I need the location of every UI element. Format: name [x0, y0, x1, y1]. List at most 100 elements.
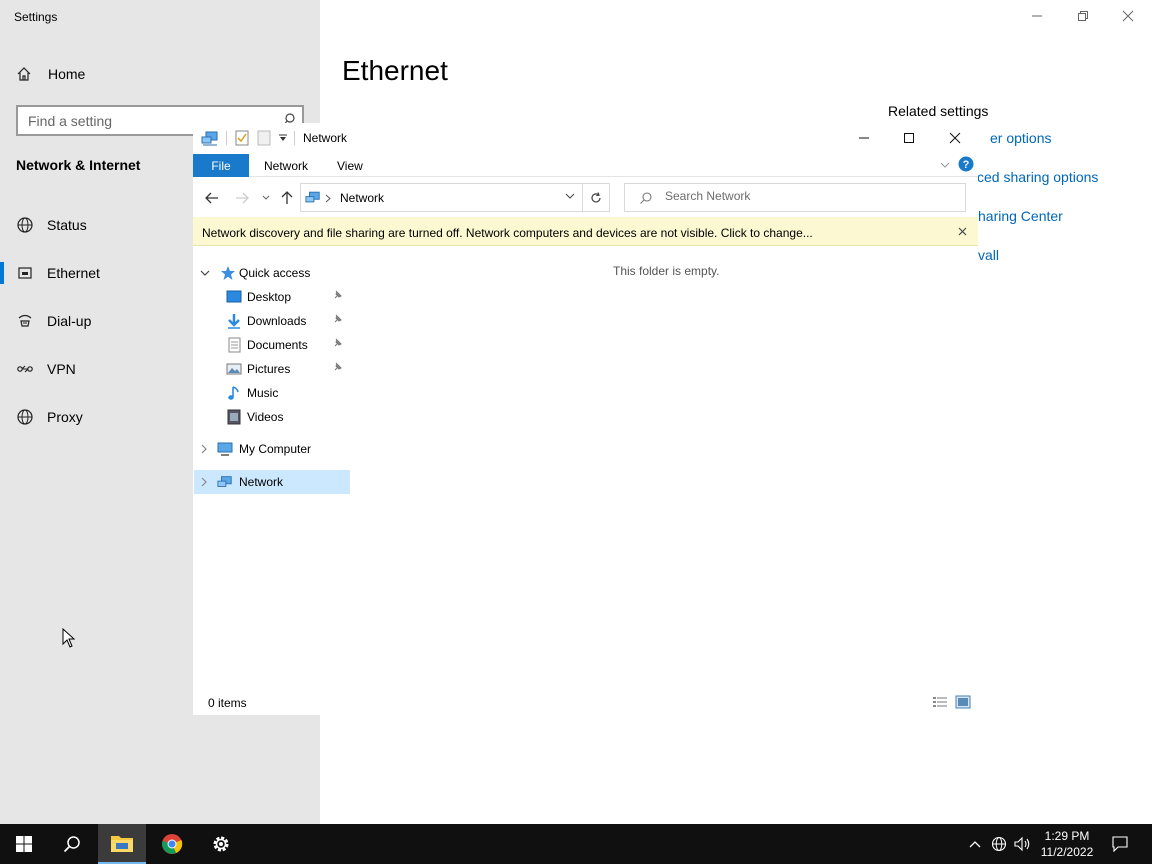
taskbar-settings[interactable] — [197, 824, 245, 864]
up-arrow-icon — [281, 191, 293, 204]
mouse-cursor-icon — [62, 628, 76, 648]
explorer-close-button[interactable] — [932, 125, 978, 151]
back-arrow-icon — [205, 192, 218, 204]
svg-text:?: ? — [963, 159, 970, 171]
pictures-icon — [226, 363, 242, 375]
selection-indicator — [0, 262, 4, 284]
restore-icon — [1078, 11, 1088, 21]
explorer-minimize-button[interactable] — [841, 125, 887, 151]
large-icons-view-icon[interactable] — [955, 695, 971, 709]
back-button[interactable] — [203, 189, 221, 207]
chevron-right-icon[interactable] — [201, 477, 207, 487]
restore-button[interactable] — [1072, 6, 1094, 26]
related-link-sharing-center[interactable]: haring Center — [978, 208, 1063, 224]
help-icon[interactable]: ? — [958, 156, 974, 172]
address-bar[interactable]: Network — [300, 183, 583, 212]
taskbar-search-button[interactable] — [48, 824, 96, 864]
taskbar: 1:29 PM 11/2/2022 — [0, 824, 1152, 864]
customize-toolbar-icon[interactable] — [279, 134, 287, 142]
start-button[interactable] — [0, 824, 48, 864]
globe-icon — [17, 409, 33, 425]
pin-icon[interactable] — [333, 338, 343, 348]
nav-item-label: Ethernet — [47, 265, 100, 281]
chevron-up-icon — [969, 841, 981, 848]
explorer-maximize-button[interactable] — [886, 125, 932, 151]
tab-file[interactable]: File — [193, 154, 249, 177]
up-button[interactable] — [278, 189, 296, 207]
details-view-icon[interactable] — [932, 695, 948, 709]
expand-ribbon-icon[interactable] — [940, 161, 950, 169]
tree-item-quick-access[interactable]: Quick access — [193, 262, 350, 284]
taskbar-chrome[interactable] — [148, 824, 196, 864]
tree-item-videos[interactable]: Videos — [193, 406, 350, 428]
network-icon — [305, 191, 320, 203]
chevron-down-icon[interactable] — [200, 269, 210, 277]
taskbar-clock[interactable]: 1:29 PM 11/2/2022 — [1034, 828, 1100, 860]
search-icon — [63, 836, 80, 853]
tree-item-pictures[interactable]: Pictures — [193, 358, 350, 380]
chrome-icon — [162, 834, 183, 854]
chevron-right-icon[interactable] — [201, 444, 207, 454]
close-icon — [1122, 10, 1134, 22]
pin-icon[interactable] — [333, 290, 343, 300]
tree-item-downloads[interactable]: Downloads — [193, 310, 350, 332]
status-item-count: 0 items — [208, 696, 247, 710]
minimize-icon — [1032, 15, 1042, 17]
address-crumb[interactable]: Network — [340, 191, 384, 205]
close-icon[interactable] — [958, 227, 967, 236]
search-network-input[interactable] — [665, 189, 955, 203]
info-bar[interactable]: Network discovery and file sharing are t… — [193, 217, 978, 246]
nav-item-label: Proxy — [47, 409, 83, 425]
related-link-firewall[interactable]: vall — [978, 247, 999, 263]
taskbar-file-explorer[interactable] — [98, 824, 146, 864]
search-box[interactable] — [624, 183, 966, 212]
minimize-button[interactable] — [1026, 6, 1048, 26]
info-bar-message[interactable]: Network discovery and file sharing are t… — [202, 226, 813, 240]
network-icon — [201, 131, 218, 146]
forward-button[interactable] — [233, 189, 251, 207]
chevron-down-icon[interactable] — [565, 192, 575, 200]
home-label: Home — [48, 66, 86, 82]
maximize-icon — [904, 133, 914, 143]
tree-label: Music — [247, 386, 279, 400]
tree-label: Network — [239, 475, 284, 489]
pin-icon[interactable] — [333, 314, 343, 324]
tree-item-desktop[interactable]: Desktop — [193, 286, 350, 308]
tree-label: My Computer — [239, 442, 312, 456]
minimize-icon — [859, 137, 869, 139]
refresh-button[interactable] — [583, 183, 610, 212]
related-settings-title: Related settings — [888, 103, 989, 119]
tab-network[interactable]: Network — [264, 159, 308, 173]
home-icon — [17, 67, 31, 81]
related-link-adapter-options[interactable]: er options — [990, 130, 1051, 146]
show-hidden-icons-button[interactable] — [965, 834, 985, 854]
action-center-button[interactable] — [1110, 834, 1130, 854]
explorer-titlebar: Network — [193, 123, 978, 153]
music-icon — [228, 386, 239, 400]
empty-folder-message: This folder is empty. — [613, 264, 720, 278]
settings-window-title: Settings — [14, 10, 58, 24]
tree-item-network[interactable]: Network — [194, 470, 350, 494]
tree-label: Videos — [247, 410, 284, 424]
new-folder-icon[interactable] — [257, 130, 271, 146]
file-explorer-icon — [111, 836, 133, 852]
tree-item-documents[interactable]: Documents — [193, 334, 350, 356]
pin-icon[interactable] — [333, 362, 343, 372]
close-button[interactable] — [1117, 6, 1139, 26]
recent-locations-button[interactable] — [257, 189, 275, 207]
clock-date: 11/2/2022 — [1040, 845, 1094, 859]
tree-item-my-computer[interactable]: My Computer — [193, 438, 350, 460]
network-status-button[interactable] — [989, 834, 1009, 854]
windows-start-icon — [16, 836, 32, 852]
globe-icon — [17, 217, 33, 233]
volume-button[interactable] — [1013, 834, 1033, 854]
ethernet-icon — [18, 267, 32, 279]
home-nav-item[interactable]: Home — [16, 63, 85, 85]
tree-label: Desktop — [247, 290, 292, 304]
tree-item-music[interactable]: Music — [193, 382, 350, 404]
page-title: Ethernet — [342, 55, 448, 86]
tab-view[interactable]: View — [337, 159, 363, 173]
downloads-icon — [228, 314, 240, 329]
properties-icon[interactable] — [235, 130, 249, 146]
related-link-sharing-options[interactable]: ced sharing options — [977, 169, 1098, 185]
